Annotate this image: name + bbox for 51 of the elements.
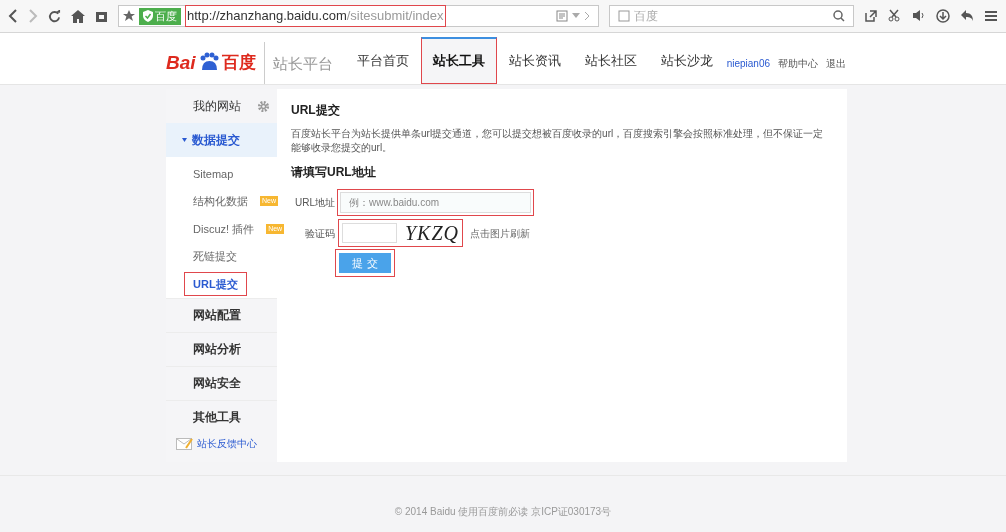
page-title: URL提交 <box>291 102 341 119</box>
site-badge: 百度 <box>139 7 181 25</box>
sidebar-item[interactable]: 结构化数据 <box>184 189 257 214</box>
back-icon[interactable] <box>8 9 18 23</box>
nav-tab[interactable]: 平台首页 <box>344 37 421 84</box>
caret-icon <box>182 138 187 142</box>
footer-text: © 2014 Baidu 使用百度前必读 京ICP证030173号 <box>394 505 612 519</box>
undo-icon[interactable] <box>960 9 974 23</box>
sidebar-item[interactable]: 死链提交 <box>184 244 246 269</box>
sidebar-item[interactable]: Sitemap <box>184 161 243 186</box>
baidu-logo[interactable]: Bai 百度 <box>166 42 256 84</box>
speaker-icon[interactable] <box>912 9 926 23</box>
captcha-input[interactable] <box>342 223 397 243</box>
sidebar-item[interactable]: Discuz! 插件 <box>184 216 264 241</box>
url-field[interactable]: http://zhanzhang.baidu.com/sitesubmit/index <box>185 5 446 27</box>
sidebar-group[interactable]: 网站安全 <box>166 365 277 400</box>
sidebar-item[interactable]: URL提交 <box>184 271 247 296</box>
nav-tab[interactable]: 站长沙龙 <box>648 37 725 84</box>
bookmark-icon[interactable] <box>95 9 108 23</box>
shield-icon <box>143 10 153 22</box>
header-link[interactable]: 退出 <box>826 55 846 71</box>
envelope-icon <box>176 436 193 450</box>
sidebar-group[interactable]: 数据提交 <box>166 123 277 157</box>
share-icon[interactable] <box>864 9 878 23</box>
sidebar-group[interactable]: 网站分析 <box>166 331 277 366</box>
settings-icon[interactable] <box>257 99 270 113</box>
captcha-image[interactable]: YKZQ <box>405 223 460 243</box>
form-title: 请填写URL地址 <box>291 164 377 181</box>
field-label: 验证码 <box>304 226 335 241</box>
sidebar-group[interactable]: 网站配置 <box>166 297 277 332</box>
description: 百度站长平台为站长提供单条url提交通道，您可以提交想被百度收录的url，百度搜索引擎会按照标准处理，但不保证一定能够收录您提交的url。 <box>291 127 825 155</box>
feedback-link[interactable]: 站长反馈中心 <box>197 435 257 451</box>
home-icon[interactable] <box>71 9 85 23</box>
reload-icon[interactable] <box>48 9 61 23</box>
url-input[interactable]: 例：www.baidu.com <box>337 189 534 216</box>
sidebar-group[interactable]: 其他工具 <box>166 399 277 434</box>
nav-tab[interactable]: 站长资讯 <box>496 37 573 84</box>
search-icon[interactable] <box>833 10 845 22</box>
platform-title: 站长平台 <box>263 42 333 84</box>
nav-tab[interactable]: 站长社区 <box>572 37 649 84</box>
star-icon[interactable] <box>123 10 135 22</box>
menu-icon[interactable] <box>984 9 998 23</box>
field-label: URL地址 <box>294 196 335 210</box>
scissors-icon[interactable] <box>888 9 902 23</box>
download-icon[interactable] <box>936 9 950 23</box>
search-engine-icon <box>618 10 630 22</box>
nav-tab[interactable]: 站长工具 <box>420 37 497 84</box>
user-link[interactable]: niepian06 <box>726 55 770 71</box>
header-link[interactable]: 帮助中心 <box>778 55 818 71</box>
sidebar-title: 我的网站 <box>193 98 241 115</box>
refresh-hint[interactable]: 点击图片刷新 <box>470 225 531 241</box>
